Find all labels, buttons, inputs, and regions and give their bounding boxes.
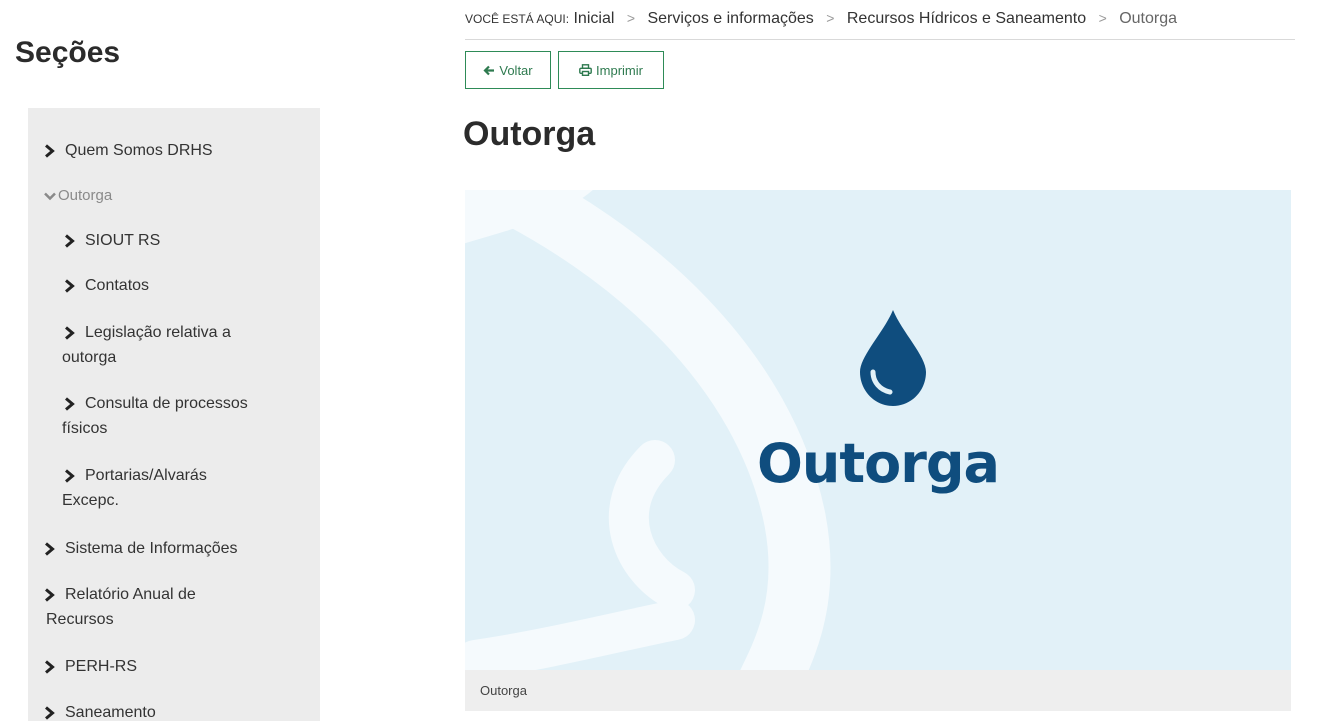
back-button-label: Voltar xyxy=(499,62,533,78)
breadcrumb-link-recursos-hidricos[interactable]: Recursos Hídricos e Saneamento xyxy=(847,10,1086,27)
breadcrumb: VOCÊ ESTÁ AQUI: Inicial > Serviços e inf… xyxy=(465,10,1295,40)
banner-brand-text: Outorga xyxy=(757,432,1000,495)
sidebar-item-outorga[interactable]: Outorga xyxy=(44,183,306,208)
breadcrumb-link-servicos[interactable]: Serviços e informações xyxy=(647,10,813,27)
chevron-right-icon xyxy=(64,234,79,248)
printer-icon xyxy=(579,64,592,76)
chevron-right-icon xyxy=(44,542,59,556)
sidebar-item-label: Relatório Anual de xyxy=(65,586,196,603)
chevron-right-icon xyxy=(64,326,79,340)
sidebar-item-label: Quem Somos DRHS xyxy=(65,142,213,159)
sections-title: Seções xyxy=(15,36,121,69)
chevron-right-icon xyxy=(64,397,79,411)
chevron-right-icon xyxy=(44,144,59,158)
chevron-right-icon xyxy=(44,588,59,602)
banner-image: Outorga xyxy=(465,190,1291,670)
print-button[interactable]: Imprimir xyxy=(558,51,664,89)
sidebar-item-label: Portarias/Alvarás xyxy=(85,467,207,484)
sidebar-item-saneamento[interactable]: Saneamento xyxy=(44,700,306,721)
breadcrumb-separator: > xyxy=(1098,10,1107,26)
chevron-right-icon xyxy=(64,279,79,293)
chevron-right-icon xyxy=(44,660,59,674)
breadcrumb-current: Outorga xyxy=(1119,10,1178,27)
sidebar-item-label: Outorga xyxy=(58,187,113,204)
print-button-label: Imprimir xyxy=(596,62,643,78)
sidebar-item-label: PERH-RS xyxy=(65,658,138,675)
sidebar-item-label-cont: Excepc. xyxy=(62,492,119,509)
sidebar-item-quem-somos[interactable]: Quem Somos DRHS xyxy=(44,138,306,163)
image-caption: Outorga xyxy=(465,670,1291,711)
water-drop-icon xyxy=(860,310,926,411)
sidebar-item-siout-rs[interactable]: SIOUT RS xyxy=(64,228,320,253)
sidebar-item-portarias[interactable]: Portarias/Alvarás Excepc. xyxy=(62,463,320,513)
page-title: Outorga xyxy=(463,115,596,153)
breadcrumb-separator: > xyxy=(826,10,835,26)
breadcrumb-separator: > xyxy=(626,10,636,26)
sidebar-item-label: Contatos xyxy=(85,277,150,294)
sidebar-item-label-cont: Recursos xyxy=(46,611,114,628)
chevron-right-icon xyxy=(64,469,79,483)
sidebar-item-sistema-informacoes[interactable]: Sistema de Informações xyxy=(44,536,306,561)
sidebar-item-relatorio-anual[interactable]: Relatório Anual de Recursos xyxy=(44,582,306,632)
sidebar-item-consulta-processos[interactable]: Consulta de processos físicos xyxy=(62,391,320,441)
arrow-left-icon xyxy=(483,65,495,76)
breadcrumb-prefix: VOCÊ ESTÁ AQUI: xyxy=(465,12,570,26)
sidebar-item-perh-rs[interactable]: PERH-RS xyxy=(44,654,306,679)
sidebar-item-legislacao[interactable]: Legislação relativa a outorga xyxy=(62,320,320,370)
sidebar-item-label: Saneamento xyxy=(65,704,156,721)
chevron-down-icon xyxy=(44,192,56,201)
sidebar-item-label: SIOUT RS xyxy=(85,232,161,249)
sidebar-item-label: Sistema de Informações xyxy=(65,540,238,557)
sidebar-item-label: Consulta de processos xyxy=(85,395,248,412)
sidebar-nav: Quem Somos DRHS Outorga SIOUT RS Contato… xyxy=(28,108,320,721)
banner-decoration xyxy=(465,190,831,670)
breadcrumb-link-inicial[interactable]: Inicial xyxy=(573,10,614,27)
sidebar-item-label-cont: físicos xyxy=(62,420,108,437)
sidebar-item-contatos[interactable]: Contatos xyxy=(64,273,320,298)
sidebar-item-label: Legislação relativa a xyxy=(85,324,231,341)
chevron-right-icon xyxy=(44,706,59,720)
back-button[interactable]: Voltar xyxy=(465,51,551,89)
sidebar-item-label-cont: outorga xyxy=(62,349,117,366)
